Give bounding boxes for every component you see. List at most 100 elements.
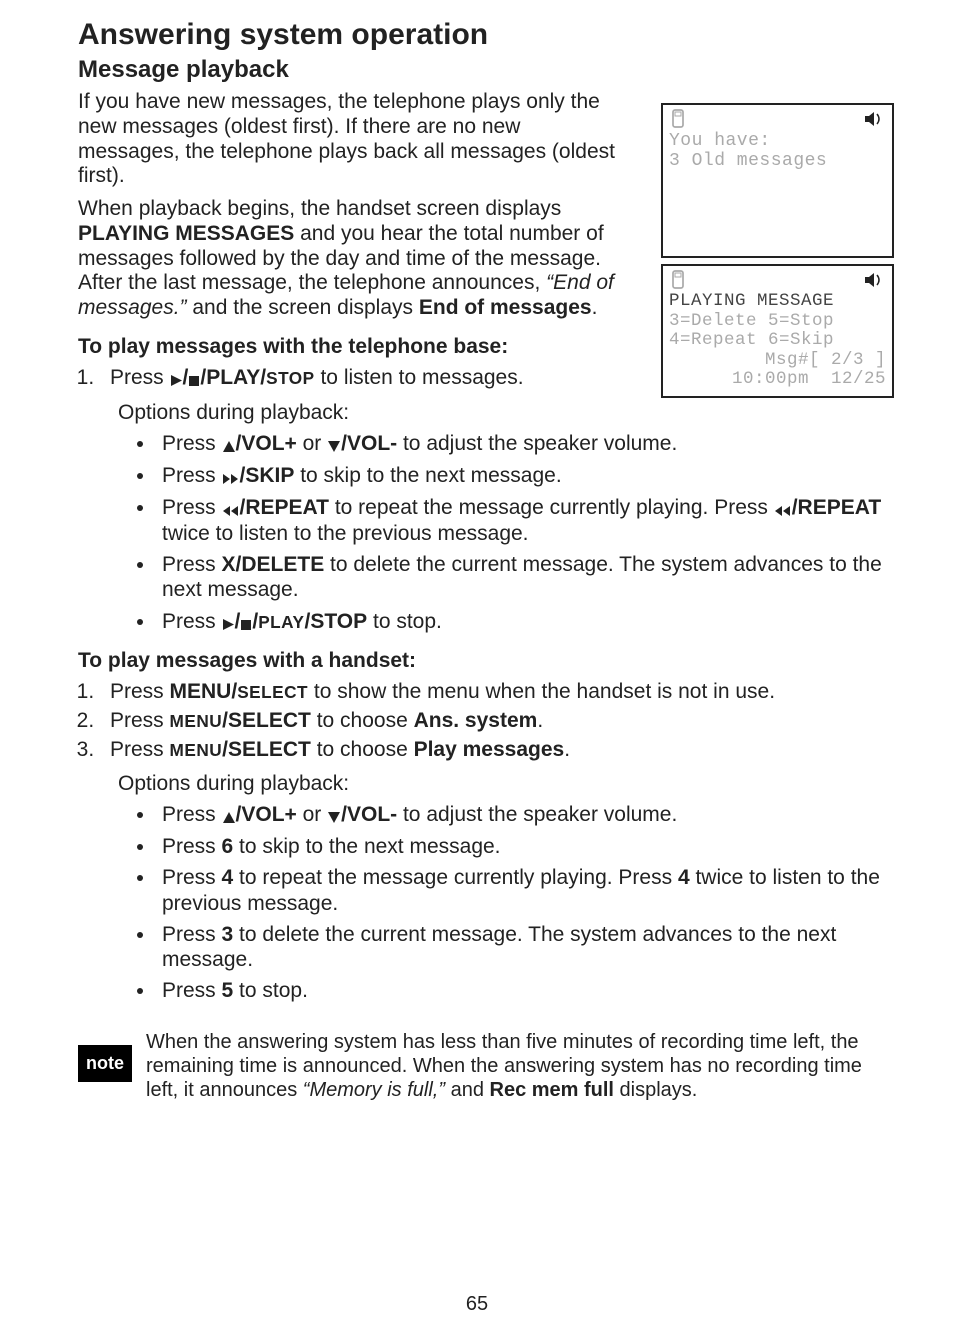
text: to repeat the message currently playing.… — [329, 496, 774, 519]
rewind-icon — [222, 496, 240, 521]
text: or — [297, 803, 327, 826]
list-base-options: Press /VOL+ or /VOL- to adjust the speak… — [128, 431, 896, 635]
text-bold: /VOL+ — [236, 432, 297, 455]
speaker-icon — [864, 111, 884, 130]
text-bold: /SELECT — [222, 738, 311, 761]
text: Press — [162, 835, 222, 858]
list-item: Press /VOL+ or /VOL- to adjust the speak… — [156, 802, 896, 828]
text-bold: /REPEAT — [240, 496, 329, 519]
list-item: Press //PLAY/STOP to stop. — [156, 609, 896, 635]
text: Press — [110, 709, 170, 732]
text: to adjust the speaker volume. — [397, 803, 677, 826]
text: to skip to the next message. — [233, 835, 500, 858]
page-number: 65 — [0, 1293, 954, 1316]
text: . — [592, 296, 598, 319]
text-smallcaps: STOP — [266, 368, 315, 388]
text-bold: /SELECT — [222, 709, 311, 732]
text: Press — [162, 496, 222, 519]
list-item: Press /VOL+ or /VOL- to adjust the speak… — [156, 431, 896, 457]
list-item: Press /REPEAT to repeat the message curr… — [156, 495, 896, 546]
list-item: Press 5 to stop. — [156, 978, 896, 1003]
text: to show the menu when the handset is not… — [308, 680, 775, 703]
list-item: Press 3 to delete the current message. T… — [156, 922, 896, 972]
options-label: Options during playback: — [118, 401, 896, 425]
text-bold: End of messages — [419, 296, 592, 319]
intro-para-1: If you have new messages, the telephone … — [78, 90, 623, 189]
text: to listen to messages. — [315, 366, 524, 389]
text: Press — [162, 803, 222, 826]
text-bold: /SKIP — [240, 464, 295, 487]
text: Press — [162, 432, 222, 455]
handset-screen-1: You have: 3 Old messages — [661, 103, 894, 258]
intro-para-2: When playback begins, the handset screen… — [78, 197, 623, 321]
text: to delete the current message. The syste… — [162, 923, 836, 971]
text: When playback begins, the handset screen… — [78, 197, 561, 220]
text: or — [297, 432, 327, 455]
text-italic: “Memory is full,” — [303, 1079, 445, 1101]
screen-mocks: You have: 3 Old messages PLAYING MESSAGE… — [661, 103, 898, 404]
text: Press — [162, 866, 222, 889]
page-title: Answering system operation — [78, 18, 896, 52]
down-arrow-icon — [327, 432, 341, 457]
text: Press — [110, 680, 170, 703]
list-item: Press 4 to repeat the message currently … — [156, 865, 896, 915]
text-bold: 3 — [222, 923, 234, 946]
text-smallcaps: PLAY — [258, 612, 304, 632]
text-bold: PLAYING MESSAGES — [78, 222, 294, 245]
text: Press — [162, 610, 222, 633]
options-label: Options during playback: — [118, 772, 896, 796]
text: Press — [162, 553, 222, 576]
screen-line: 3=Delete 5=Stop — [669, 312, 886, 332]
text-bold: 4 — [678, 866, 690, 889]
text-bold: Ans. system — [414, 709, 538, 732]
text-bold: 5 — [222, 979, 234, 1002]
screen-line: Msg#[ 2/3 ] — [669, 351, 886, 371]
list-item: Press MENU/SELECT to choose Play message… — [100, 737, 896, 762]
up-arrow-icon — [222, 803, 236, 828]
text: twice to listen to the previous message. — [162, 522, 529, 545]
text: and — [445, 1079, 489, 1101]
up-arrow-icon — [222, 432, 236, 457]
text: . — [537, 709, 543, 732]
text: to repeat the message currently playing.… — [233, 866, 678, 889]
text-bold: 6 — [222, 835, 234, 858]
handset-icon — [671, 109, 685, 132]
text-bold: /PLAY/ — [200, 366, 266, 389]
rewind-icon — [774, 496, 792, 521]
list-handset-options: Press /VOL+ or /VOL- to adjust the speak… — [128, 802, 896, 1003]
text-bold: Rec mem full — [490, 1079, 614, 1101]
text-bold: X/DELETE — [222, 553, 325, 576]
text-smallcaps: MENU — [170, 740, 223, 760]
text: Press — [110, 738, 170, 761]
text: to stop. — [233, 979, 308, 1002]
text-bold: Play messages — [414, 738, 565, 761]
list-item: Press MENU/SELECT to show the menu when … — [100, 679, 896, 704]
text-bold: /VOL- — [341, 803, 397, 826]
list-handset-steps: Press MENU/SELECT to show the menu when … — [78, 679, 896, 763]
text: Press — [162, 979, 222, 1002]
stop-icon — [188, 366, 200, 391]
text-bold: /STOP — [305, 610, 368, 633]
list-item: Press 6 to skip to the next message. — [156, 834, 896, 859]
play-icon — [222, 610, 235, 635]
text: . — [564, 738, 570, 761]
note-badge: note — [78, 1045, 132, 1082]
heading-play-handset: To play messages with a handset: — [78, 649, 896, 673]
text-smallcaps: SELECT — [237, 682, 308, 702]
text: displays. — [614, 1079, 697, 1101]
text: Press — [162, 923, 222, 946]
list-item: Press MENU/SELECT to choose Ans. system. — [100, 708, 896, 733]
text-bold: /REPEAT — [792, 496, 881, 519]
screen-line: 3 Old messages — [669, 151, 886, 171]
speaker-icon — [864, 272, 884, 291]
play-icon — [170, 366, 183, 391]
section-subtitle: Message playback — [78, 56, 896, 84]
text: to adjust the speaker volume. — [397, 432, 677, 455]
stop-icon — [240, 610, 252, 635]
down-arrow-icon — [327, 803, 341, 828]
text-bold: /VOL- — [341, 432, 397, 455]
text: to stop. — [367, 610, 442, 633]
note-text: When the answering system has less than … — [146, 1031, 896, 1102]
list-item: Press /SKIP to skip to the next message. — [156, 463, 896, 489]
list-item: Press X/DELETE to delete the current mes… — [156, 552, 896, 602]
